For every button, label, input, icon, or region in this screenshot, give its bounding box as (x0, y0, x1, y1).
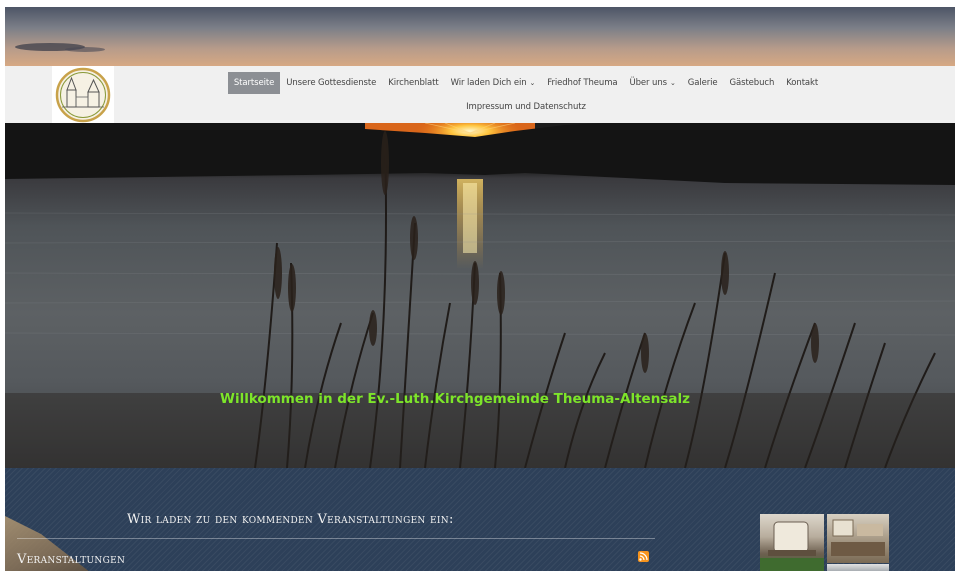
gallery-thumbnail[interactable] (827, 564, 889, 571)
nav-row-secondary: Impressum und Datenschutz (5, 99, 955, 115)
nav-item-galerie[interactable]: Galerie (682, 72, 724, 94)
nav-item-gottesdienste[interactable]: Unsere Gottesdienste (280, 72, 382, 94)
page-frame: Startseite Unsere Gottesdienste Kirchenb… (5, 7, 955, 571)
rss-icon[interactable] (638, 551, 649, 562)
events-section: Wir laden zu den kommenden Veranstaltung… (5, 468, 955, 571)
nav-item-wir-laden-dich-ein[interactable]: Wir laden Dich ein ⌄ (445, 72, 542, 94)
nav-item-label: Friedhof Theuma (547, 78, 618, 88)
nav-item-label: Wir laden Dich ein (450, 78, 527, 88)
nav-item-kontakt[interactable]: Kontakt (780, 72, 824, 94)
nav-item-label: Impressum und Datenschutz (466, 102, 586, 112)
nav-item-label: Kontakt (786, 78, 819, 88)
nav-item-friedhof[interactable]: Friedhof Theuma (541, 72, 623, 94)
nav-item-impressum[interactable]: Impressum und Datenschutz (460, 99, 592, 115)
gallery-thumbnail[interactable] (760, 514, 824, 571)
nav-item-gaestebuch[interactable]: Gästebuch (724, 72, 781, 94)
chevron-down-icon: ⌄ (669, 79, 676, 87)
lake-sunset-illustration (5, 123, 955, 468)
nav-item-label: Startseite (233, 78, 275, 88)
nav-item-kirchenblatt[interactable]: Kirchenblatt (382, 72, 444, 94)
welcome-heading: Willkommen in der Ev.-Luth.Kirchgemeinde… (220, 391, 690, 407)
nav-item-startseite[interactable]: Startseite (227, 72, 281, 94)
gallery-thumbnail[interactable] (827, 514, 889, 563)
nav-row-primary: Startseite Unsere Gottesdienste Kirchenb… (5, 72, 955, 94)
hero-image-lake-sunset: Willkommen in der Ev.-Luth.Kirchgemeinde… (5, 123, 955, 468)
header-sky-banner (5, 7, 955, 67)
nav-item-label: Galerie (687, 78, 718, 88)
thumbnail-image (760, 521, 824, 571)
nav-item-ueber-uns[interactable]: Über uns ⌄ (624, 72, 682, 94)
nav-item-label: Kirchenblatt (388, 78, 439, 88)
thumbnail-image (831, 519, 885, 556)
section-divider (17, 538, 655, 539)
nav-item-label: Unsere Gottesdienste (286, 78, 377, 88)
chevron-down-icon: ⌄ (529, 79, 536, 87)
rss-icon-glyph (639, 552, 648, 561)
nav-item-label: Über uns (629, 78, 668, 88)
cloud-shape (65, 47, 105, 52)
invite-heading: Wir laden zu den kommenden Veranstaltung… (127, 512, 454, 527)
main-navigation: Startseite Unsere Gottesdienste Kirchenb… (5, 66, 955, 123)
nav-item-label: Gästebuch (729, 78, 775, 88)
events-heading: Veranstaltungen (17, 552, 126, 567)
